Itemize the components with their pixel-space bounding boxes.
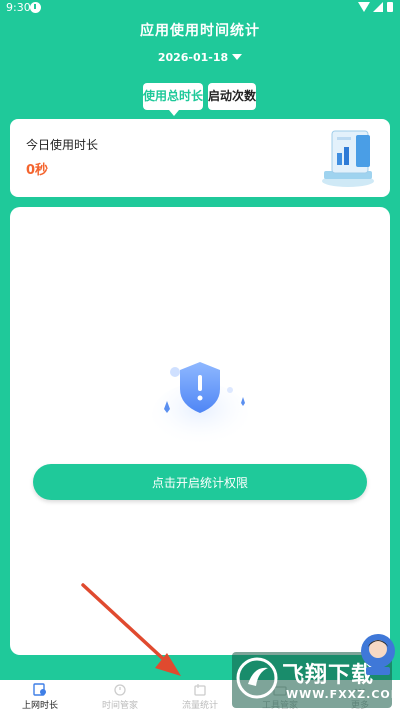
tab-total-duration[interactable]: 使用总时长 [143,83,203,116]
today-usage-value: 0秒 [26,163,49,178]
page-title: 应用使用时间统计 [140,23,260,39]
today-usage-card: 今日使用时长 0秒 [10,119,390,197]
date-picker[interactable]: 2026-01-18 [0,51,400,64]
chevron-down-icon [232,54,243,60]
nav-label-usage: 上网时长 [21,701,58,711]
tab-bar: 使用总时长 启动次数 [0,83,400,116]
shield-alert-icon [152,362,248,447]
date-value: 2026-01-18 [157,51,229,64]
usage-icon [33,683,46,696]
tab-launch-count[interactable]: 启动次数 [208,83,256,110]
nav-label-traffic: 流量统计 [181,701,218,711]
nav-label-time-manager: 时间管家 [101,701,138,711]
clock-icon [114,684,126,696]
battery-icon [387,2,393,12]
download-icon [30,2,41,13]
watermark-url: WWW.FXXZ.COM [286,688,400,701]
signal-icon [373,2,383,12]
assistant-avatar[interactable] [360,633,396,677]
today-usage-label: 今日使用时长 [26,138,99,152]
status-bar: 9:30 [0,0,400,16]
wifi-icon [358,2,370,12]
nav-item-traffic[interactable]: 流量统计 [160,680,240,711]
watermark-logo-icon [236,657,278,699]
traffic-icon [194,684,206,696]
nav-item-time-manager[interactable]: 时间管家 [80,680,160,711]
enable-permission-button[interactable]: 点击开启统计权限 [33,464,367,500]
chart-report-icon [322,130,374,187]
status-time: 9:30 [6,1,31,14]
permission-panel: 点击开启统计权限 [10,207,390,655]
nav-item-usage[interactable]: 上网时长 [0,680,80,711]
